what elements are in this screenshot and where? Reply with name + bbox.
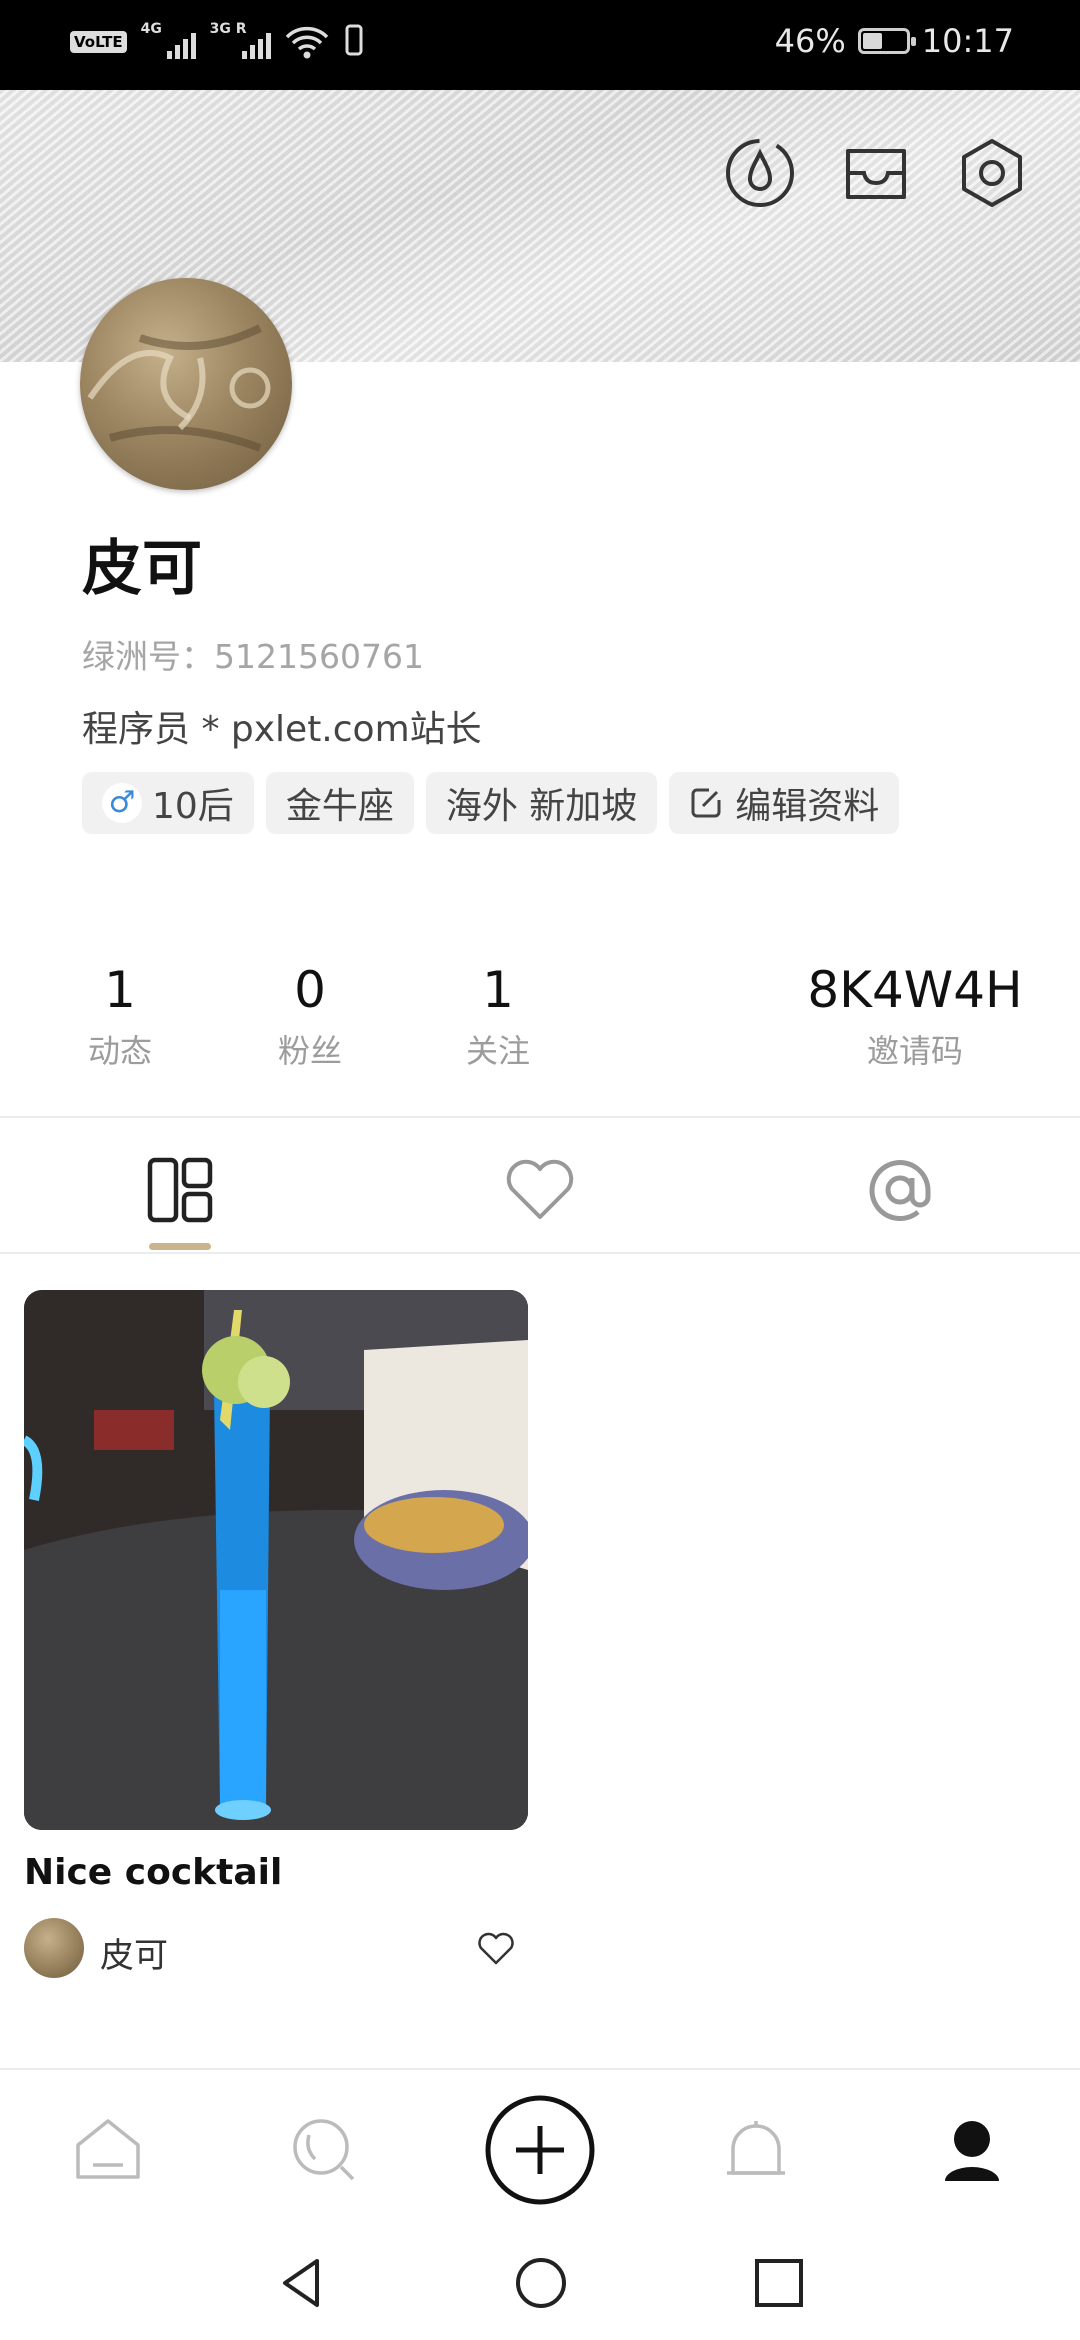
at-icon xyxy=(869,1160,931,1221)
tab-posts-grid[interactable] xyxy=(140,1150,220,1230)
profile-name: 皮可 xyxy=(82,534,202,604)
recents-icon[interactable] xyxy=(746,2250,812,2316)
phone-vibrate-icon xyxy=(343,24,365,60)
nav-add[interactable] xyxy=(484,2094,596,2206)
clock: 10:17 xyxy=(921,22,1014,60)
male-icon: ♂ xyxy=(102,783,142,823)
tab-mentions[interactable] xyxy=(860,1150,940,1230)
nav-notifications[interactable] xyxy=(716,2110,796,2190)
location-tag: 海外 新加坡 xyxy=(425,772,658,834)
stat-posts[interactable]: 1 动态 xyxy=(72,960,168,1072)
heart-icon xyxy=(478,1932,514,1965)
battery-icon xyxy=(857,28,916,54)
tab-likes[interactable] xyxy=(500,1150,580,1230)
gender-age-tag: ♂ 10后 xyxy=(82,772,254,834)
notifications-icon xyxy=(727,2121,785,2175)
bottom-nav xyxy=(0,2068,1080,2230)
edit-icon xyxy=(689,786,723,820)
oasis-id: 绿洲号：5121560761 xyxy=(82,637,424,676)
stat-fans[interactable]: 0 粉丝 xyxy=(262,960,358,1072)
settings-icon[interactable] xyxy=(954,135,1030,211)
stat-following[interactable]: 1 关注 xyxy=(450,960,546,1072)
post-title[interactable]: Nice cocktail xyxy=(24,1852,282,1893)
back-icon[interactable] xyxy=(268,2250,334,2316)
nav-discover[interactable] xyxy=(284,2110,364,2190)
edit-profile-button[interactable]: 编辑资料 xyxy=(669,772,900,834)
add-icon xyxy=(485,2095,595,2205)
volte-indicator: VoLTE xyxy=(70,31,127,53)
discover-icon xyxy=(293,2119,355,2181)
profile-avatar[interactable] xyxy=(80,278,292,490)
profile-icon xyxy=(945,2121,999,2181)
profile-tags: ♂ 10后 金牛座 海外 新加坡 编辑资料 xyxy=(82,772,900,834)
home-circle-icon[interactable] xyxy=(508,2250,574,2316)
post-author-name[interactable]: 皮可 xyxy=(100,1928,168,1977)
divider xyxy=(0,1252,1080,1254)
divider xyxy=(0,1116,1080,1118)
nav-profile[interactable] xyxy=(932,2110,1012,2190)
post-image[interactable] xyxy=(24,1290,528,1830)
battery-percent: 46% xyxy=(774,22,846,60)
inbox-icon[interactable] xyxy=(838,135,914,211)
nav-home[interactable] xyxy=(68,2110,148,2190)
grid-icon xyxy=(147,1157,213,1223)
signal-3g-icon: 3G R xyxy=(210,21,271,59)
home-icon xyxy=(76,2119,140,2179)
post-like-button[interactable] xyxy=(476,1930,516,1966)
droplet-icon[interactable] xyxy=(722,135,798,211)
profile-bio: 程序员 * pxlet.com站长 xyxy=(82,709,482,750)
heart-icon xyxy=(506,1159,574,1219)
tab-indicator xyxy=(149,1243,211,1250)
post-author-avatar[interactable] xyxy=(24,1918,84,1978)
signal-4g-icon: 4G xyxy=(141,21,196,59)
zodiac-tag: 金牛座 xyxy=(265,772,414,834)
wifi-icon xyxy=(285,25,329,59)
stat-invite-code[interactable]: 8K4W4H 邀请码 xyxy=(800,960,1030,1072)
system-nav xyxy=(0,2228,1080,2340)
status-bar: VoLTE 4G 3G R 46% 10:17 xyxy=(0,0,1080,90)
